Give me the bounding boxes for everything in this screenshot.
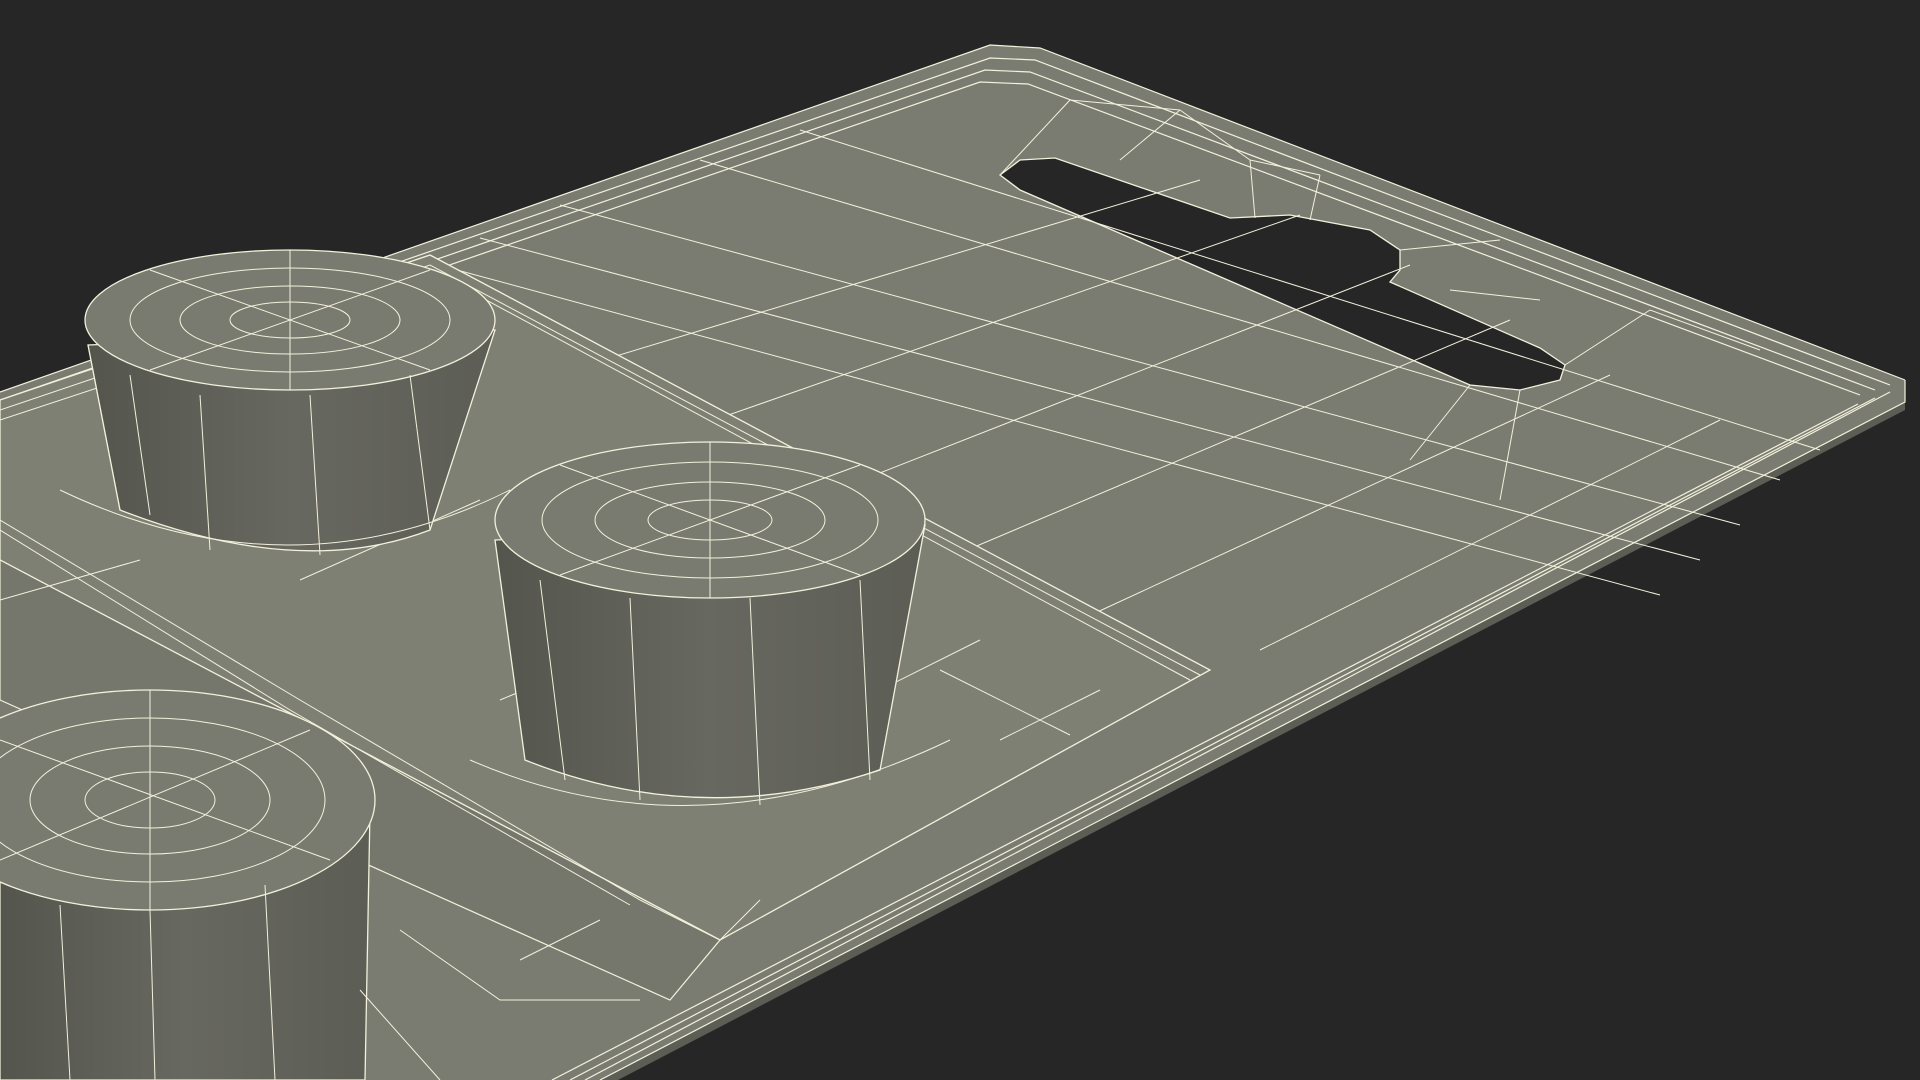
render-viewport	[0, 0, 1920, 1080]
blister-cup-3	[0, 689, 376, 1080]
blister-cup-2	[494, 441, 926, 806]
wireframe-render	[0, 44, 1906, 1080]
blister-cup-1	[84, 249, 496, 556]
